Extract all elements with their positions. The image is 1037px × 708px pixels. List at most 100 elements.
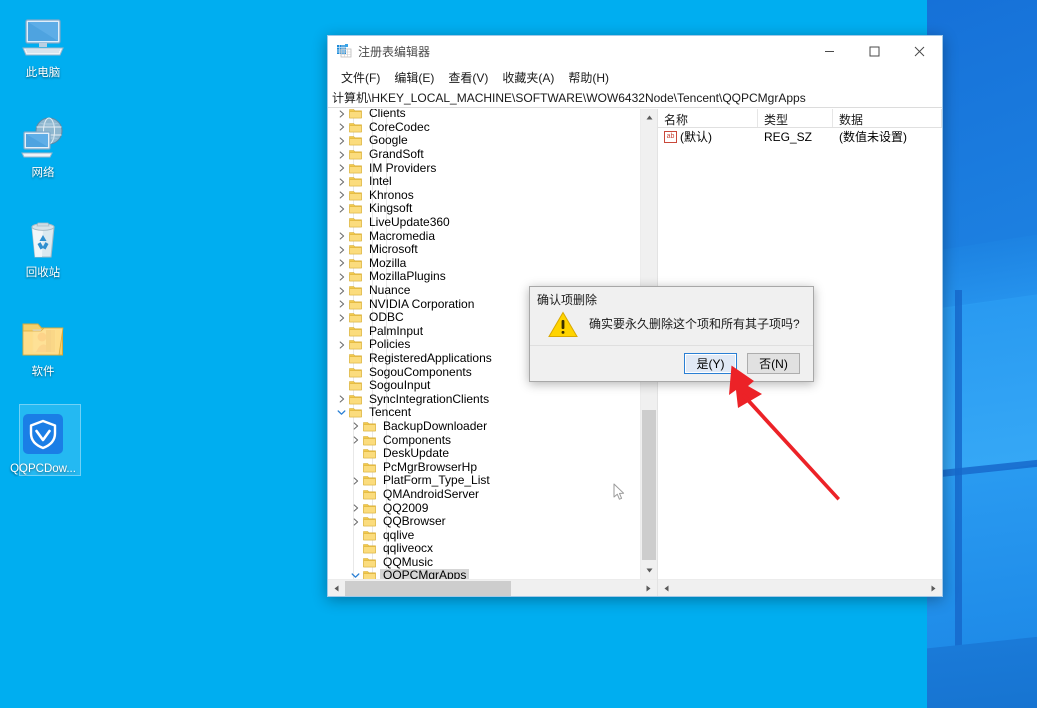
menu-item-view[interactable]: 查看(V) [441, 67, 495, 88]
value-hscroll-track[interactable] [675, 580, 925, 597]
chevron-right-icon[interactable] [348, 420, 363, 433]
table-row[interactable]: ab (默认) REG_SZ (数值未设置) [658, 128, 942, 145]
scroll-up-arrow-icon[interactable] [641, 109, 657, 126]
chevron-right-icon[interactable] [334, 284, 349, 297]
window-titlebar[interactable]: 注册表编辑器 [328, 36, 942, 66]
chevron-right-icon[interactable] [334, 298, 349, 311]
desktop-icon-qqpc-downloader[interactable]: QQPCDow... [0, 404, 86, 481]
menu-item-favorites[interactable]: 收藏夹(A) [495, 67, 561, 88]
tree-node-label: Macromedia [369, 228, 436, 243]
menu-bar[interactable]: 文件(F) 编辑(E) 查看(V) 收藏夹(A) 帮助(H) [328, 66, 942, 88]
tree-node[interactable]: BackupDownloader [328, 419, 641, 434]
folder-icon [349, 122, 362, 133]
scroll-down-arrow-icon[interactable] [641, 562, 657, 579]
tree-node[interactable]: QMAndroidServer [328, 487, 641, 502]
tree-node[interactable]: Clients [328, 109, 641, 121]
tree-node[interactable]: Components [328, 433, 641, 447]
value-list-header[interactable]: 名称 类型 数据 [658, 109, 942, 128]
scroll-left-arrow-icon[interactable] [328, 580, 345, 597]
tree-vscroll-thumb[interactable] [642, 410, 656, 560]
chevron-right-icon[interactable] [348, 515, 363, 528]
tree-node[interactable]: DeskUpdate [328, 447, 641, 461]
chevron-right-icon[interactable] [334, 134, 349, 147]
maximize-button[interactable] [852, 37, 897, 66]
tree-hscroll-track[interactable] [345, 580, 640, 597]
tree-node[interactable]: Mozilla [328, 256, 641, 271]
tree-node-label: RegisteredApplications [369, 350, 492, 365]
tree-node[interactable]: CoreCodec [328, 120, 641, 135]
chevron-right-icon[interactable] [334, 230, 349, 243]
close-button[interactable] [897, 37, 942, 66]
tree-node-selected[interactable]: QQPCMgrApps [328, 569, 641, 579]
tree-node[interactable]: Kingsoft [328, 202, 641, 216]
desktop-icon-this-pc[interactable]: 此电脑 [0, 14, 86, 85]
desktop-icon-software-folder[interactable]: 软件 [0, 313, 86, 384]
column-header-name[interactable]: 名称 [658, 109, 758, 127]
tree-node[interactable]: QQ2009 [328, 501, 641, 515]
minimize-button[interactable] [807, 37, 852, 66]
tree-node[interactable]: qqlive [328, 528, 641, 542]
desktop-icon-network[interactable]: 网络 [0, 114, 86, 185]
dialog-body: 确实要永久删除这个项和所有其子项吗? [530, 309, 813, 345]
tree-node[interactable]: Google [328, 134, 641, 148]
chevron-right-icon[interactable] [334, 109, 349, 120]
wallpaper-shape [927, 458, 1037, 662]
scroll-right-arrow-icon[interactable] [925, 580, 942, 597]
tree-node[interactable]: MozillaPlugins [328, 270, 641, 284]
tree-node-label: SogouComponents [369, 364, 472, 379]
desktop[interactable]: 此电脑 网络 回收站 软件 QQPCDow... 注册表编辑器 文件(F) 编辑… [0, 0, 1037, 708]
value-name-cell[interactable]: ab (默认) [658, 128, 758, 145]
chevron-right-icon[interactable] [334, 148, 349, 161]
tree-node-label: Nuance [369, 283, 411, 298]
tree-node[interactable]: SyncIntegrationClients [328, 392, 641, 406]
menu-item-edit[interactable]: 编辑(E) [387, 67, 441, 88]
maximize-icon [869, 46, 880, 56]
desktop-icon-recycle-bin[interactable]: 回收站 [0, 214, 86, 285]
chevron-right-icon[interactable] [334, 175, 349, 188]
scroll-right-arrow-icon[interactable] [640, 580, 657, 597]
tree-node[interactable]: PlatForm_Type_List [328, 474, 641, 488]
chevron-right-icon[interactable] [348, 434, 363, 447]
folder-icon [363, 489, 376, 500]
chevron-right-icon[interactable] [334, 338, 349, 351]
menu-item-file[interactable]: 文件(F) [334, 67, 387, 88]
menu-item-help[interactable]: 帮助(H) [561, 67, 616, 88]
scroll-left-arrow-icon[interactable] [658, 580, 675, 597]
tree-node[interactable]: Macromedia [328, 229, 641, 243]
tree-node[interactable]: QQBrowser [328, 515, 641, 529]
column-header-type[interactable]: 类型 [758, 109, 833, 127]
tree-node[interactable]: Khronos [328, 188, 641, 203]
chevron-right-icon[interactable] [334, 257, 349, 270]
chevron-right-icon[interactable] [334, 202, 349, 215]
tree-hscroll-thumb[interactable] [345, 580, 511, 596]
tree-node[interactable]: Intel [328, 175, 641, 189]
chevron-right-icon[interactable] [334, 311, 349, 324]
tree-node[interactable]: IM Providers [328, 161, 641, 175]
no-button[interactable]: 否(N) [747, 353, 800, 374]
chevron-right-icon[interactable] [334, 243, 349, 256]
address-bar[interactable]: 计算机\HKEY_LOCAL_MACHINE\SOFTWARE\WOW6432N… [328, 88, 942, 108]
chevron-right-icon[interactable] [348, 502, 363, 515]
chevron-right-icon[interactable] [348, 474, 363, 487]
yes-button[interactable]: 是(Y) [684, 353, 737, 374]
tree-horizontal-scrollbar[interactable] [328, 579, 657, 596]
chevron-down-icon[interactable] [348, 569, 363, 579]
chevron-right-icon[interactable] [334, 189, 349, 202]
tree-node[interactable]: Microsoft [328, 243, 641, 257]
chevron-right-icon[interactable] [334, 270, 349, 283]
tree-node[interactable]: qqliveocx [328, 542, 641, 556]
chevron-right-icon[interactable] [334, 393, 349, 406]
tree-node[interactable]: QQMusic [328, 555, 641, 570]
tree-node[interactable]: GrandSoft [328, 148, 641, 162]
chevron-right-icon[interactable] [334, 162, 349, 175]
confirm-delete-dialog[interactable]: 确认项删除 确实要永久删除这个项和所有其子项吗? 是(Y) 否(N) [529, 286, 814, 382]
chevron-right-icon[interactable] [334, 121, 349, 134]
tree-node[interactable]: LiveUpdate360 [328, 216, 641, 230]
chevron-down-icon[interactable] [334, 406, 349, 419]
tree-node[interactable]: Tencent [328, 406, 641, 420]
value-horizontal-scrollbar[interactable] [658, 579, 942, 596]
value-type-cell: REG_SZ [764, 129, 813, 144]
tree-node[interactable]: PcMgrBrowserHp [328, 460, 641, 474]
column-header-data[interactable]: 数据 [833, 109, 942, 127]
